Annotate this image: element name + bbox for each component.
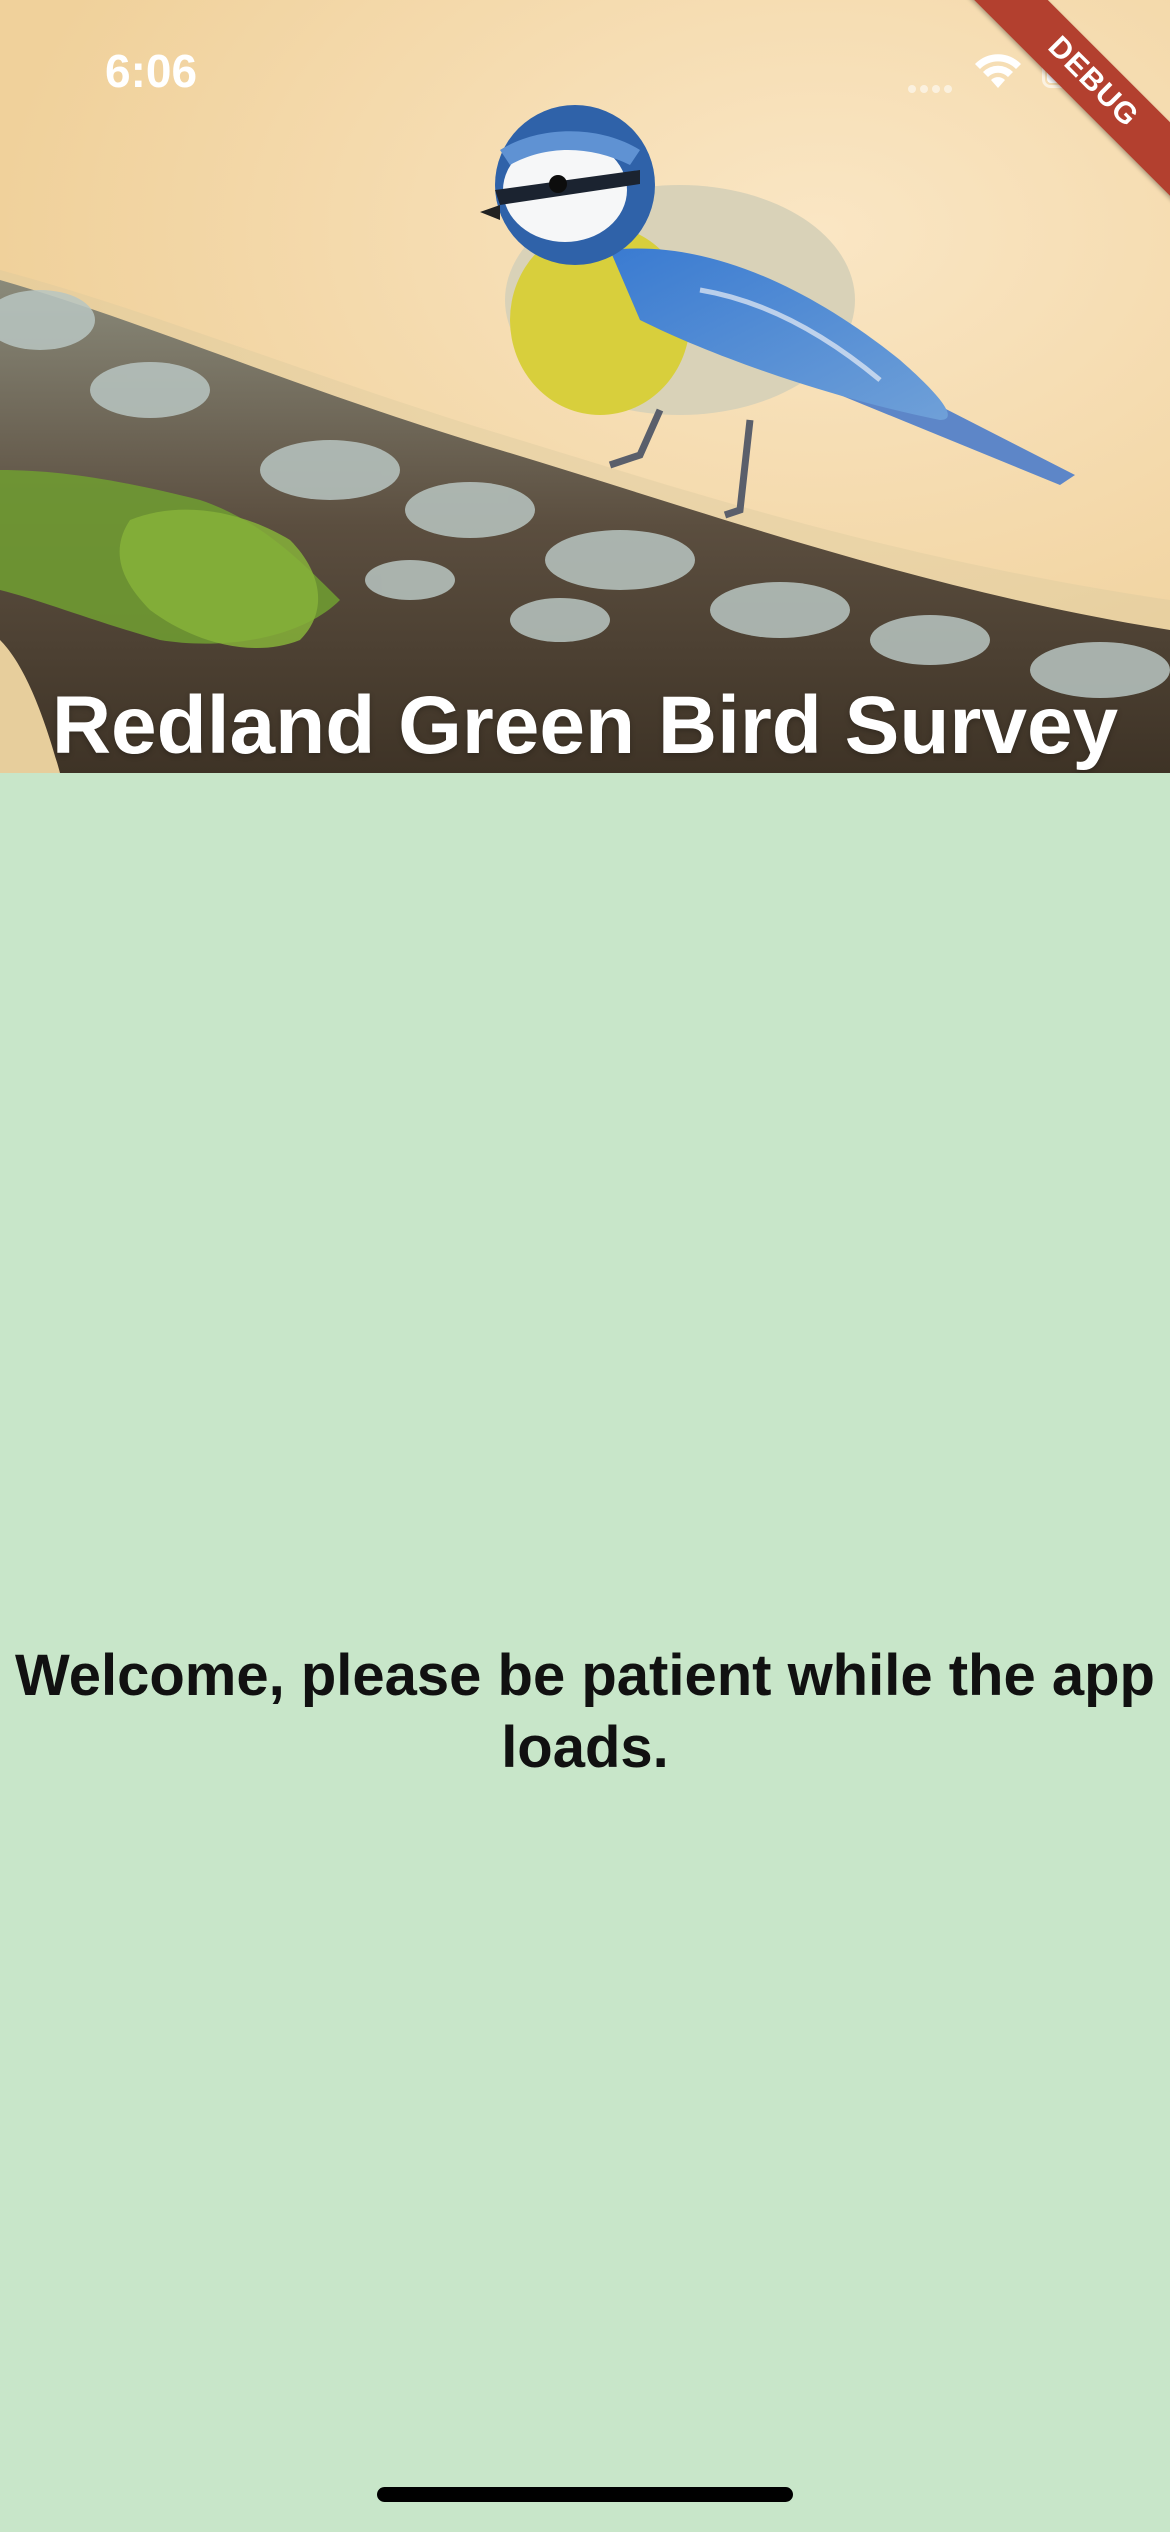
home-indicator[interactable] bbox=[377, 2487, 793, 2502]
wifi-icon bbox=[975, 54, 1021, 88]
welcome-message: Welcome, please be patient while the app… bbox=[15, 1643, 1155, 1780]
cellular-signal-icon bbox=[908, 80, 958, 93]
status-time: 6:06 bbox=[105, 45, 198, 97]
splash-screen: Redland Green Bird Survey 6:06 DEBUG Wel… bbox=[0, 0, 1170, 2532]
app-title: Redland Green Bird Survey bbox=[51, 680, 1119, 771]
